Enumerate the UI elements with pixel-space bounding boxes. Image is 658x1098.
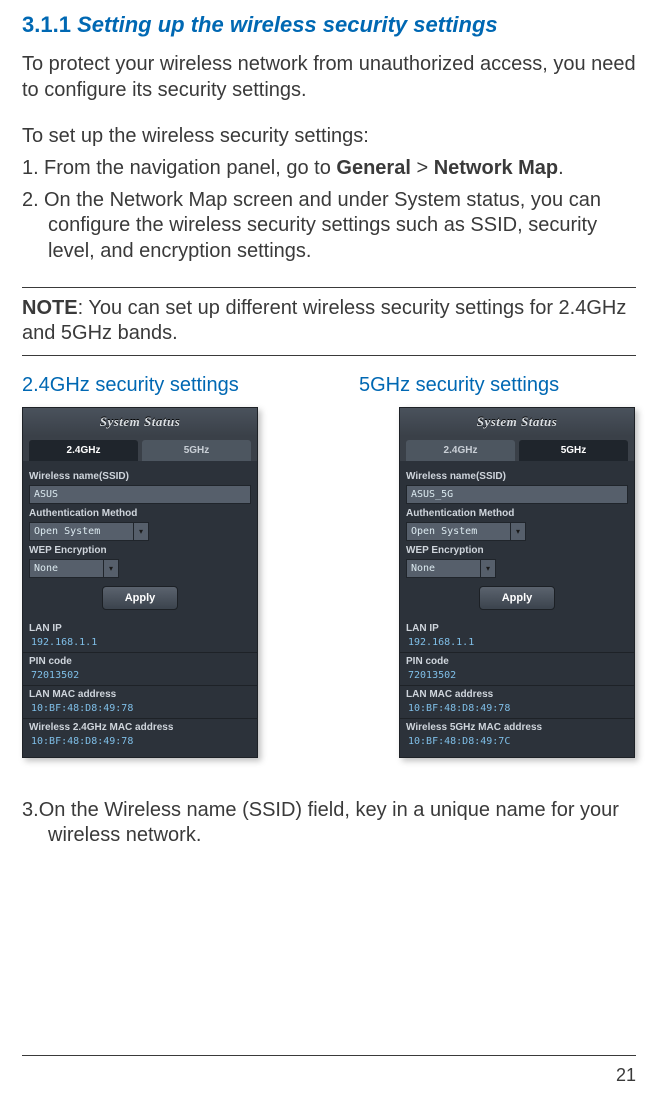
- step1-number: 1.: [22, 156, 44, 182]
- step1-text-a: From the navigation panel, go to: [44, 157, 336, 179]
- col-24ghz: 2.4GHz security settings System Status 2…: [22, 374, 299, 758]
- steps-list-cont: 3.On the Wireless name (SSID) field, key…: [22, 798, 636, 849]
- tabs-24: 2.4GHz 5GHz: [23, 436, 257, 461]
- auth-value[interactable]: [406, 522, 510, 541]
- note-body: : You can set up different wireless secu…: [22, 297, 626, 345]
- chevron-down-icon[interactable]: ▾: [133, 522, 149, 541]
- intro-text: To protect your wireless network from un…: [22, 52, 636, 103]
- note-rule-bottom: [22, 355, 636, 356]
- panel-title-5: System Status: [400, 408, 634, 436]
- wep-select[interactable]: ▾: [406, 559, 496, 578]
- step1-period: .: [558, 157, 564, 179]
- wep-label: WEP Encryption: [406, 545, 628, 556]
- wmac24-value: 10:BF:48:D8:49:78: [29, 734, 251, 751]
- col-5ghz: 5GHz security settings System Status 2.4…: [359, 374, 636, 758]
- lanip-label: LAN IP: [23, 620, 257, 635]
- ssid-label: Wireless name(SSID): [406, 471, 628, 482]
- ssid-input[interactable]: [29, 485, 251, 504]
- step-3: 3.On the Wireless name (SSID) field, key…: [22, 798, 636, 849]
- lanmac-label: LAN MAC address: [23, 685, 257, 701]
- step1-general: General: [336, 157, 410, 179]
- page-number: 21: [616, 1065, 636, 1086]
- wmac24-label: Wireless 2.4GHz MAC address: [23, 718, 257, 734]
- apply-button[interactable]: Apply: [479, 586, 556, 610]
- caption-24ghz: 2.4GHz security settings: [22, 374, 299, 397]
- step3-text: On the Wireless name (SSID) field, key i…: [39, 799, 619, 847]
- apply-button[interactable]: Apply: [102, 586, 179, 610]
- tab-5ghz[interactable]: 5GHz: [519, 440, 628, 461]
- ssid-input[interactable]: [406, 485, 628, 504]
- step3-number: 3.: [22, 799, 39, 821]
- pin-value: 72013502: [29, 668, 251, 685]
- setup-lead: To set up the wireless security settings…: [22, 125, 636, 148]
- steps-list: 1.From the navigation panel, go to Gener…: [22, 156, 636, 264]
- step-1: 1.From the navigation panel, go to Gener…: [22, 156, 636, 182]
- step1-networkmap: Network Map: [434, 157, 558, 179]
- section-title: Setting up the wireless security setting…: [77, 12, 498, 37]
- auth-label: Authentication Method: [406, 508, 628, 519]
- lanip-value: 192.168.1.1: [406, 635, 628, 652]
- chevron-down-icon[interactable]: ▾: [480, 559, 496, 578]
- note-rule-top: [22, 287, 636, 288]
- wep-label: WEP Encryption: [29, 545, 251, 556]
- tab-24ghz[interactable]: 2.4GHz: [406, 440, 515, 461]
- screenshots-row: 2.4GHz security settings System Status 2…: [22, 374, 636, 758]
- panel-24ghz: System Status 2.4GHz 5GHz Wireless name(…: [22, 407, 258, 758]
- wep-value[interactable]: [29, 559, 103, 578]
- note-text: NOTE: You can set up different wireless …: [22, 296, 636, 347]
- auth-value[interactable]: [29, 522, 133, 541]
- wep-select[interactable]: ▾: [29, 559, 119, 578]
- footer-rule: [22, 1055, 636, 1056]
- panel-5ghz: System Status 2.4GHz 5GHz Wireless name(…: [399, 407, 635, 758]
- lanmac-value: 10:BF:48:D8:49:78: [29, 701, 251, 718]
- wmac5-value: 10:BF:48:D8:49:7C: [406, 734, 628, 751]
- panel-title-24: System Status: [23, 408, 257, 436]
- pin-value: 72013502: [406, 668, 628, 685]
- note-block: NOTE: You can set up different wireless …: [22, 287, 636, 356]
- wep-value[interactable]: [406, 559, 480, 578]
- lanmac-label: LAN MAC address: [400, 685, 634, 701]
- lanip-value: 192.168.1.1: [29, 635, 251, 652]
- tab-5ghz[interactable]: 5GHz: [142, 440, 251, 461]
- step1-sep: >: [411, 157, 434, 179]
- pin-label: PIN code: [400, 652, 634, 668]
- tab-24ghz[interactable]: 2.4GHz: [29, 440, 138, 461]
- step2-text: On the Network Map screen and under Syst…: [44, 189, 601, 262]
- step-2: 2.On the Network Map screen and under Sy…: [22, 188, 636, 265]
- step2-number: 2.: [22, 188, 44, 214]
- section-number: 3.1.1: [22, 12, 71, 37]
- auth-select[interactable]: ▾: [406, 522, 526, 541]
- auth-select[interactable]: ▾: [29, 522, 149, 541]
- pin-label: PIN code: [23, 652, 257, 668]
- chevron-down-icon[interactable]: ▾: [103, 559, 119, 578]
- ssid-label: Wireless name(SSID): [29, 471, 251, 482]
- lanip-label: LAN IP: [400, 620, 634, 635]
- caption-5ghz: 5GHz security settings: [359, 374, 636, 397]
- tabs-5: 2.4GHz 5GHz: [400, 436, 634, 461]
- lanmac-value: 10:BF:48:D8:49:78: [406, 701, 628, 718]
- auth-label: Authentication Method: [29, 508, 251, 519]
- wmac5-label: Wireless 5GHz MAC address: [400, 718, 634, 734]
- chevron-down-icon[interactable]: ▾: [510, 522, 526, 541]
- note-label: NOTE: [22, 297, 78, 319]
- section-heading: 3.1.1 Setting up the wireless security s…: [22, 12, 636, 38]
